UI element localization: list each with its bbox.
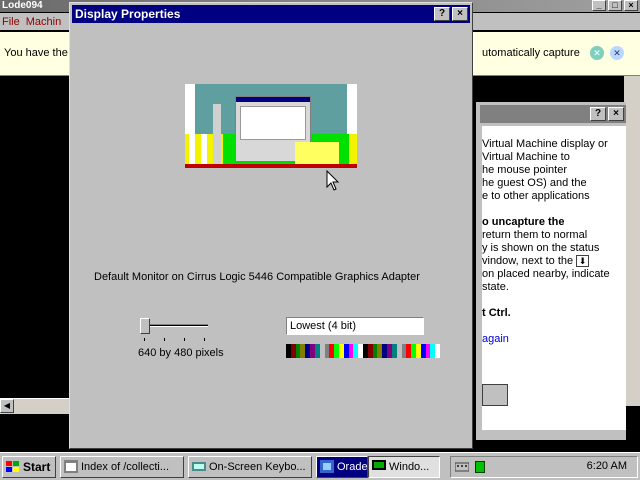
help-window-titlebar[interactable]: ? × (480, 105, 626, 123)
monitor-preview (185, 84, 357, 168)
network-tray-icon[interactable] (475, 461, 485, 473)
resolution-slider-thumb[interactable] (140, 318, 150, 334)
dialog-title: Display Properties (75, 7, 181, 21)
vertical-scrollbar[interactable] (624, 76, 640, 406)
help-paragraph-2: o uncapture the return them to normal y … (482, 216, 610, 293)
system-tray: 6:20 AM (450, 456, 638, 478)
windows-logo-icon (6, 461, 19, 472)
dialog-close-button[interactable]: × (452, 7, 468, 21)
notice-text-left: You have the (4, 47, 68, 59)
clock: 6:20 AM (586, 460, 627, 472)
dialog-titlebar[interactable]: Display Properties ? × (72, 5, 470, 23)
browser-icon (64, 460, 78, 473)
resolution-label: 640 by 480 pixels (138, 347, 224, 359)
keyboard-icon (192, 462, 206, 471)
task-index-of[interactable]: Index of /collecti... (60, 456, 184, 478)
mouse-cursor-icon (326, 170, 340, 191)
task-oracle[interactable]: Orade (316, 456, 368, 478)
notice-close-icon[interactable]: ✕ (610, 46, 624, 60)
task-windows[interactable]: Windo... (368, 456, 440, 478)
menu-machine[interactable]: Machin (26, 16, 61, 28)
maximize-button[interactable]: □ (608, 0, 622, 11)
palette-swatch (435, 344, 440, 358)
help-paragraph-1: Virtual Machine display or Virtual Machi… (482, 138, 608, 202)
help-content: Virtual Machine display or Virtual Machi… (482, 126, 626, 430)
background-window-title: Lode094 (2, 0, 43, 11)
scroll-left-icon[interactable]: ◀ (0, 399, 14, 413)
color-depth-select[interactable]: Lowest (4 bit) (286, 317, 424, 335)
dialog-help-button[interactable]: ? (434, 7, 450, 21)
download-arrow-icon: ⬇ (576, 255, 590, 268)
minimize-button[interactable]: _ (592, 0, 606, 11)
keyboard-tray-icon[interactable] (455, 460, 469, 473)
help-again-link[interactable]: again (482, 333, 610, 346)
menu-file[interactable]: File (2, 16, 20, 28)
color-palette-preview (286, 344, 440, 358)
task-on-screen-keyboard[interactable]: On-Screen Keybo... (188, 456, 312, 478)
display-properties-dialog: Display Properties ? × (69, 2, 473, 449)
help-close-button[interactable]: × (608, 107, 624, 121)
monitor-adapter-label: Default Monitor on Cirrus Logic 5446 Com… (94, 271, 420, 283)
close-button[interactable]: × (624, 0, 638, 11)
help-button[interactable] (482, 384, 508, 406)
help-window: ? × Virtual Machine display or Virtual M… (476, 102, 626, 440)
help-key-text: t Ctrl. (482, 307, 511, 319)
start-label: Start (23, 460, 51, 474)
taskbar: Start Index of /collecti... On-Screen Ke… (0, 452, 640, 480)
notice-text-right: utomatically capture (482, 47, 580, 59)
notice-dismiss-icon[interactable]: ✕ (590, 46, 604, 60)
display-icon (372, 460, 386, 470)
start-button[interactable]: Start (2, 456, 56, 478)
resolution-slider[interactable] (138, 316, 212, 342)
virtualbox-icon (320, 460, 334, 473)
help-question-button[interactable]: ? (590, 107, 606, 121)
